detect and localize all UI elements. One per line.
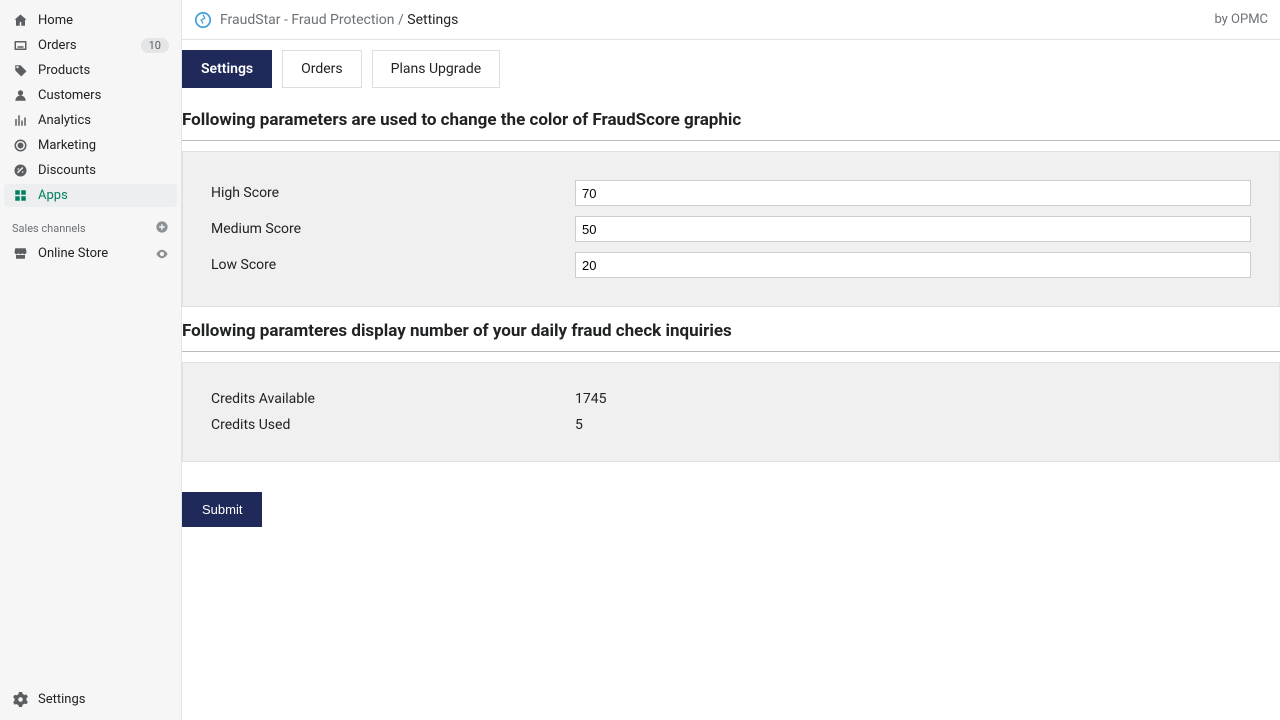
target-icon — [12, 138, 28, 154]
credits-used-value: 5 — [575, 417, 583, 433]
sidebar: Home Orders 10 Products Customers Analyt… — [0, 0, 182, 720]
tabs: Settings Orders Plans Upgrade — [182, 40, 1280, 98]
sidebar-item-label: Apps — [38, 188, 169, 203]
analytics-icon — [12, 113, 28, 129]
field-label: Credits Used — [211, 417, 575, 433]
field-label: Medium Score — [211, 221, 575, 237]
sidebar-item-home[interactable]: Home — [4, 9, 177, 32]
sidebar-item-label: Products — [38, 63, 169, 78]
gear-icon — [12, 692, 28, 708]
tag-icon — [12, 63, 28, 79]
tab-settings[interactable]: Settings — [182, 50, 272, 88]
sidebar-item-discounts[interactable]: Discounts — [4, 159, 177, 182]
sidebar-item-label: Marketing — [38, 138, 169, 153]
breadcrumb-page: Settings — [407, 12, 458, 28]
content: Settings Orders Plans Upgrade Following … — [182, 40, 1280, 720]
sidebar-item-label: Customers — [38, 88, 169, 103]
field-label: Credits Available — [211, 391, 575, 407]
breadcrumb: FraudStar - Fraud Protection / Settings — [220, 12, 458, 28]
breadcrumb-app[interactable]: FraudStar - Fraud Protection — [220, 12, 395, 28]
sidebar-item-customers[interactable]: Customers — [4, 84, 177, 107]
sidebar-item-apps[interactable]: Apps — [4, 184, 177, 207]
apps-icon — [12, 188, 28, 204]
sidebar-item-label: Discounts — [38, 163, 169, 178]
sidebar-item-settings[interactable]: Settings — [4, 688, 177, 711]
field-label: High Score — [211, 185, 575, 201]
sidebar-item-analytics[interactable]: Analytics — [4, 109, 177, 132]
tab-orders[interactable]: Orders — [282, 50, 362, 88]
panel-score-colors: High Score Medium Score Low Score — [182, 151, 1280, 307]
field-high-score: High Score — [211, 180, 1251, 206]
sidebar-item-label: Home — [38, 13, 169, 28]
sales-channels-header: Sales channels — [4, 208, 177, 241]
sidebar-item-products[interactable]: Products — [4, 59, 177, 82]
orders-badge: 10 — [141, 38, 169, 53]
home-icon — [12, 13, 28, 29]
by-line: by OPMC — [1214, 12, 1268, 27]
field-label: Low Score — [211, 257, 575, 273]
section-title-credits: Following paramteres display number of y… — [182, 321, 1280, 352]
app-logo-icon — [194, 11, 212, 29]
eye-icon[interactable] — [155, 247, 169, 261]
field-low-score: Low Score — [211, 252, 1251, 278]
sales-channels-label: Sales channels — [12, 222, 86, 235]
low-score-input[interactable] — [575, 252, 1251, 278]
section-title-score-colors: Following parameters are used to change … — [182, 110, 1280, 141]
tab-plans-upgrade[interactable]: Plans Upgrade — [372, 50, 501, 88]
sidebar-item-label: Orders — [38, 38, 131, 53]
sidebar-item-orders[interactable]: Orders 10 — [4, 34, 177, 57]
sidebar-item-label: Analytics — [38, 113, 169, 128]
main: FraudStar - Fraud Protection / Settings … — [182, 0, 1280, 720]
store-icon — [12, 246, 28, 262]
medium-score-input[interactable] — [575, 216, 1251, 242]
sidebar-item-online-store[interactable]: Online Store — [4, 242, 177, 265]
sidebar-item-label: Online Store — [38, 246, 145, 261]
plus-circle-icon[interactable] — [155, 220, 169, 237]
high-score-input[interactable] — [575, 180, 1251, 206]
sidebar-item-label: Settings — [38, 692, 169, 707]
inbox-icon — [12, 38, 28, 54]
field-credits-available: Credits Available 1745 — [211, 391, 1251, 407]
submit-button[interactable]: Submit — [182, 492, 262, 527]
sidebar-item-marketing[interactable]: Marketing — [4, 134, 177, 157]
panel-credits: Credits Available 1745 Credits Used 5 — [182, 362, 1280, 462]
person-icon — [12, 88, 28, 104]
credits-available-value: 1745 — [575, 391, 606, 407]
discount-icon — [12, 163, 28, 179]
field-medium-score: Medium Score — [211, 216, 1251, 242]
field-credits-used: Credits Used 5 — [211, 417, 1251, 433]
topbar: FraudStar - Fraud Protection / Settings … — [182, 0, 1280, 40]
